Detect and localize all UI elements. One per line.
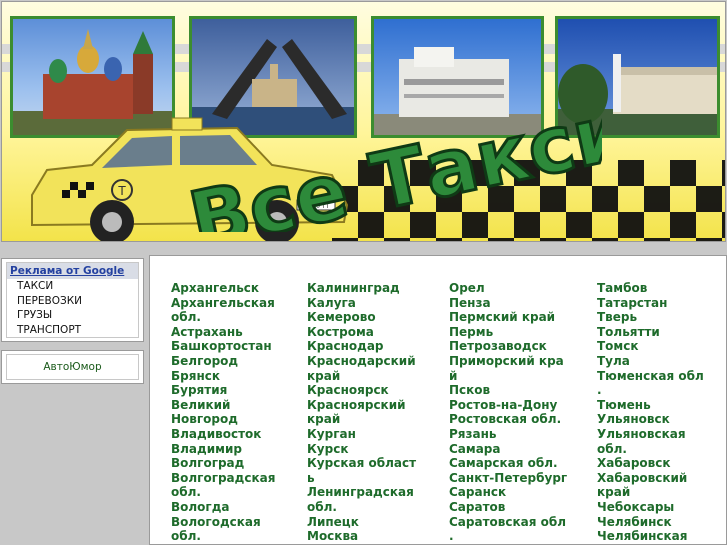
city-link[interactable]: Саратов (449, 500, 567, 515)
site-logo: Все Такси (181, 85, 602, 232)
ads-link-transport[interactable]: ПЕРЕВОЗКИ (7, 294, 138, 309)
city-link[interactable]: . (449, 529, 567, 544)
city-link[interactable]: Ростовская обл. (449, 412, 567, 427)
city-column-1: Архангельск Архангельская обл. Астрахань Баш… (171, 281, 275, 544)
city-link[interactable]: Ленинградская (307, 485, 416, 500)
city-link[interactable]: Калуга (307, 296, 416, 311)
city-link[interactable]: Челябинск (597, 515, 704, 530)
city-link[interactable]: Пермь (449, 325, 567, 340)
city-link[interactable]: Астрахань (171, 325, 275, 340)
city-link[interactable]: обл. (597, 442, 704, 457)
city-link[interactable]: Волгоград (171, 456, 275, 471)
city-link[interactable]: Кострома (307, 325, 416, 340)
city-column-2: Калининград Калуга Кемерово Кострома Краснод… (307, 281, 416, 544)
city-link[interactable]: Архангельск (171, 281, 275, 296)
city-link[interactable]: Башкортостан (171, 339, 275, 354)
city-link[interactable]: Тула (597, 354, 704, 369)
city-link[interactable]: Тверь (597, 310, 704, 325)
ads-link-taxi[interactable]: ТАКСИ (7, 279, 138, 294)
city-link[interactable]: Тамбов (597, 281, 704, 296)
city-link[interactable]: обл. (171, 529, 275, 544)
city-link[interactable]: край (307, 369, 416, 384)
city-link[interactable]: Ульяновск (597, 412, 704, 427)
city-link[interactable]: Чебоксары (597, 500, 704, 515)
city-link[interactable]: Самарская обл. (449, 456, 567, 471)
city-link[interactable]: Владимир (171, 442, 275, 457)
city-link[interactable]: Москва (307, 529, 416, 544)
city-link[interactable]: й (449, 369, 567, 384)
city-link[interactable]: Орел (449, 281, 567, 296)
city-link[interactable]: Петрозаводск (449, 339, 567, 354)
city-column-4: Тамбов Татарстан Тверь Тольятти Томск Тула Тюм… (597, 281, 704, 544)
city-link[interactable]: Саратовская обл (449, 515, 567, 530)
city-link[interactable]: Самара (449, 442, 567, 457)
city-link[interactable]: Ростов-на-Дону (449, 398, 567, 413)
header-banner: T Т 000 ТТ Все Такси (1, 1, 726, 242)
city-link[interactable]: Рязань (449, 427, 567, 442)
city-link[interactable]: Псков (449, 383, 567, 398)
car-door-label: T (117, 184, 126, 198)
city-link[interactable]: Брянск (171, 369, 275, 384)
city-link[interactable]: Архангельская (171, 296, 275, 311)
city-link[interactable]: Саранск (449, 485, 567, 500)
city-link[interactable]: . (597, 383, 704, 398)
city-link[interactable]: Новгород (171, 412, 275, 427)
logo-text: Все Такси (182, 86, 602, 232)
sidebar-ads-box: Реклама от Google ТАКСИ ПЕРЕВОЗКИ ГРУЗЫ … (1, 258, 144, 342)
city-link[interactable]: Красноярский (307, 398, 416, 413)
city-link[interactable]: Липецк (307, 515, 416, 530)
city-link[interactable]: Челябинская (597, 529, 704, 544)
city-link[interactable]: Пенза (449, 296, 567, 311)
city-link[interactable]: Тюменская обл (597, 369, 704, 384)
city-link[interactable]: Татарстан (597, 296, 704, 311)
city-link[interactable]: Курск (307, 442, 416, 457)
city-link[interactable]: Краснодарский (307, 354, 416, 369)
city-column-3: Орел Пенза Пермский край Пермь Петрозаводск П… (449, 281, 567, 544)
humor-link[interactable]: АвтоЮмор (6, 354, 139, 380)
city-link[interactable]: Томск (597, 339, 704, 354)
city-link[interactable]: Волгоградская (171, 471, 275, 486)
ads-link-cargo[interactable]: ГРУЗЫ (7, 308, 138, 323)
ads-title[interactable]: Реклама от Google (7, 263, 138, 279)
city-link[interactable]: обл. (307, 500, 416, 515)
city-link[interactable]: Курган (307, 427, 416, 442)
city-link[interactable]: обл. (171, 310, 275, 325)
city-link[interactable]: Великий (171, 398, 275, 413)
city-link[interactable]: Калининград (307, 281, 416, 296)
city-link[interactable]: Вологодская (171, 515, 275, 530)
city-link[interactable]: Бурятия (171, 383, 275, 398)
city-link[interactable]: Вологда (171, 500, 275, 515)
city-link[interactable]: Тюмень (597, 398, 704, 413)
sidebar-humor-box: АвтоЮмор (1, 350, 144, 384)
city-link[interactable]: Санкт-Петербург (449, 471, 567, 486)
city-link[interactable]: Кемерово (307, 310, 416, 325)
city-link[interactable]: Хабаровский (597, 471, 704, 486)
city-link[interactable]: Курская област (307, 456, 416, 471)
city-link[interactable]: Приморский кра (449, 354, 567, 369)
city-link[interactable]: Тольятти (597, 325, 704, 340)
city-link[interactable]: Красноярск (307, 383, 416, 398)
city-link[interactable]: ь (307, 471, 416, 486)
city-link[interactable]: Белгород (171, 354, 275, 369)
ads-link-vehicles[interactable]: ТРАНСПОРТ (7, 323, 138, 338)
city-list-panel: Архангельск Архангельская обл. Астрахань Баш… (149, 255, 727, 545)
city-link[interactable]: Владивосток (171, 427, 275, 442)
city-link[interactable]: Хабаровск (597, 456, 704, 471)
city-link[interactable]: Пермский край (449, 310, 567, 325)
city-link[interactable]: обл. (171, 485, 275, 500)
city-link[interactable]: Ульяновская (597, 427, 704, 442)
city-link[interactable]: край (307, 412, 416, 427)
city-link[interactable]: Краснодар (307, 339, 416, 354)
city-link[interactable]: край (597, 485, 704, 500)
